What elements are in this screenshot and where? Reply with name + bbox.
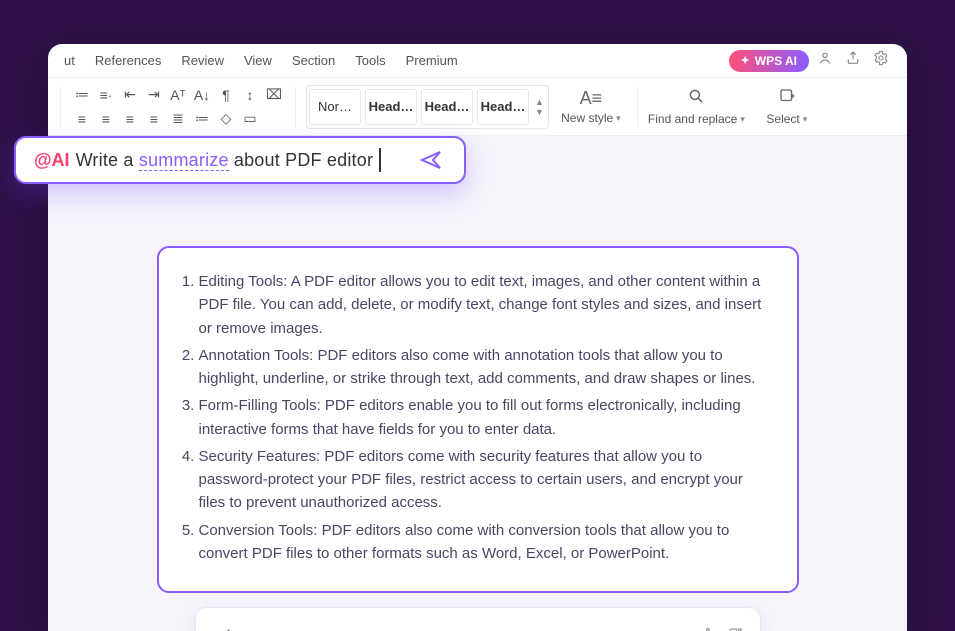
share-icon[interactable] xyxy=(841,50,865,71)
ai-prompt-input[interactable]: @AI Write a summarize about PDF editor xyxy=(14,136,466,184)
blank-icon xyxy=(263,108,285,130)
result-item: Conversion Tools: PDF editors also come … xyxy=(199,519,769,566)
align-justify-icon[interactable]: ≡ xyxy=(143,108,165,130)
menu-item-premium[interactable]: Premium xyxy=(396,53,468,68)
send-button[interactable] xyxy=(410,143,452,177)
paragraph-icon[interactable]: ¶ xyxy=(215,84,237,106)
wps-ai-label: WPS AI xyxy=(755,54,797,68)
app-window: ut References Review View Section Tools … xyxy=(48,44,907,631)
new-style-button[interactable]: A≡ New style▾ xyxy=(555,83,627,131)
menu-item-layout[interactable]: ut xyxy=(54,53,85,68)
back-button[interactable] xyxy=(212,622,242,631)
bullet-list-icon[interactable]: ≔ xyxy=(71,84,93,106)
result-item: Form-Filling Tools: PDF editors enable y… xyxy=(199,394,769,441)
distribute-icon[interactable]: ≣ xyxy=(167,108,189,130)
align-right-icon[interactable]: ≡ xyxy=(119,108,141,130)
indent-icon[interactable]: ⇥ xyxy=(143,84,165,106)
line-spacing-icon[interactable]: ↕ xyxy=(239,84,261,106)
style-scroll-arrows[interactable]: ▲ ▼ xyxy=(533,97,546,117)
ai-prompt-text: Write a summarize about PDF editor xyxy=(76,150,374,171)
style-heading1[interactable]: Head… xyxy=(365,89,417,125)
ai-action-panel: ✓ Replace ▾ ✕ Discard Rewrite Continued xyxy=(195,607,761,631)
search-icon xyxy=(687,87,705,110)
menu-item-review[interactable]: Review xyxy=(171,53,234,68)
align-center-icon[interactable]: ≡ xyxy=(95,108,117,130)
new-style-icon: A≡ xyxy=(580,88,603,109)
sparkle-icon: ✦ xyxy=(741,54,750,67)
text-style-icon[interactable]: Aᵀ xyxy=(167,84,189,106)
caret-down-icon: ▾ xyxy=(803,114,808,125)
format-button-grid: ≔ ≡· ⇤ ⇥ Aᵀ A↓ ¶ ↕ ⌧ ≡ ≡ ≡ ≡ ≣ ≔ ◇ ▭ xyxy=(71,84,285,130)
result-list: Editing Tools: A PDF editor allows you t… xyxy=(177,270,769,565)
sort-icon[interactable]: A↓ xyxy=(191,84,213,106)
style-up-arrow-icon[interactable]: ▲ xyxy=(535,97,544,107)
new-style-label: New style xyxy=(561,111,613,125)
thumbs-down-icon[interactable] xyxy=(726,626,744,631)
toolbar: ≔ ≡· ⇤ ⇥ Aᵀ A↓ ¶ ↕ ⌧ ≡ ≡ ≡ ≡ ≣ ≔ ◇ ▭ Nor… xyxy=(48,78,907,136)
wps-ai-button[interactable]: ✦ WPS AI xyxy=(729,50,809,72)
find-replace-label: Find and replace xyxy=(648,112,737,126)
menu-item-tools[interactable]: Tools xyxy=(345,53,395,68)
outdent-icon[interactable]: ⇤ xyxy=(119,84,141,106)
ai-result-box: Editing Tools: A PDF editor allows you t… xyxy=(157,246,799,593)
style-normal[interactable]: Nor… xyxy=(309,89,361,125)
user-icon[interactable] xyxy=(813,50,837,71)
result-item: Security Features: PDF editors come with… xyxy=(199,445,769,515)
thumbs-up-icon[interactable] xyxy=(698,626,716,631)
caret-down-icon: ▾ xyxy=(616,113,621,124)
ai-prompt-highlight: summarize xyxy=(139,150,229,171)
border-icon[interactable]: ▭ xyxy=(239,108,261,130)
at-ai-tag: @AI xyxy=(34,150,70,171)
style-down-arrow-icon[interactable]: ▼ xyxy=(535,107,544,117)
highlight-icon[interactable]: ◇ xyxy=(215,108,237,130)
select-icon xyxy=(778,87,796,110)
style-heading2[interactable]: Head… xyxy=(421,89,473,125)
feedback-thumbs xyxy=(698,626,744,631)
align-left-icon[interactable]: ≡ xyxy=(71,108,93,130)
text-cursor xyxy=(379,148,381,172)
menu-item-section[interactable]: Section xyxy=(282,53,345,68)
clear-format-icon[interactable]: ⌧ xyxy=(263,84,285,106)
select-button[interactable]: Select ▾ xyxy=(751,83,823,131)
line-height-icon[interactable]: ≔ xyxy=(191,108,213,130)
menu-item-view[interactable]: View xyxy=(234,53,282,68)
style-gallery: Nor… Head… Head… Head… ▲ ▼ xyxy=(306,85,549,129)
document-area: Editing Tools: A PDF editor allows you t… xyxy=(48,136,907,631)
result-item: Editing Tools: A PDF editor allows you t… xyxy=(199,270,769,340)
select-label: Select xyxy=(766,112,799,126)
menubar: ut References Review View Section Tools … xyxy=(48,44,907,78)
find-replace-button[interactable]: Find and replace▾ xyxy=(648,83,745,131)
number-list-icon[interactable]: ≡· xyxy=(95,84,117,106)
menu-item-references[interactable]: References xyxy=(85,53,171,68)
result-item: Annotation Tools: PDF editors also come … xyxy=(199,344,769,391)
caret-down-icon: ▾ xyxy=(740,114,745,125)
gear-icon[interactable] xyxy=(869,50,893,71)
style-heading3[interactable]: Head… xyxy=(477,89,529,125)
